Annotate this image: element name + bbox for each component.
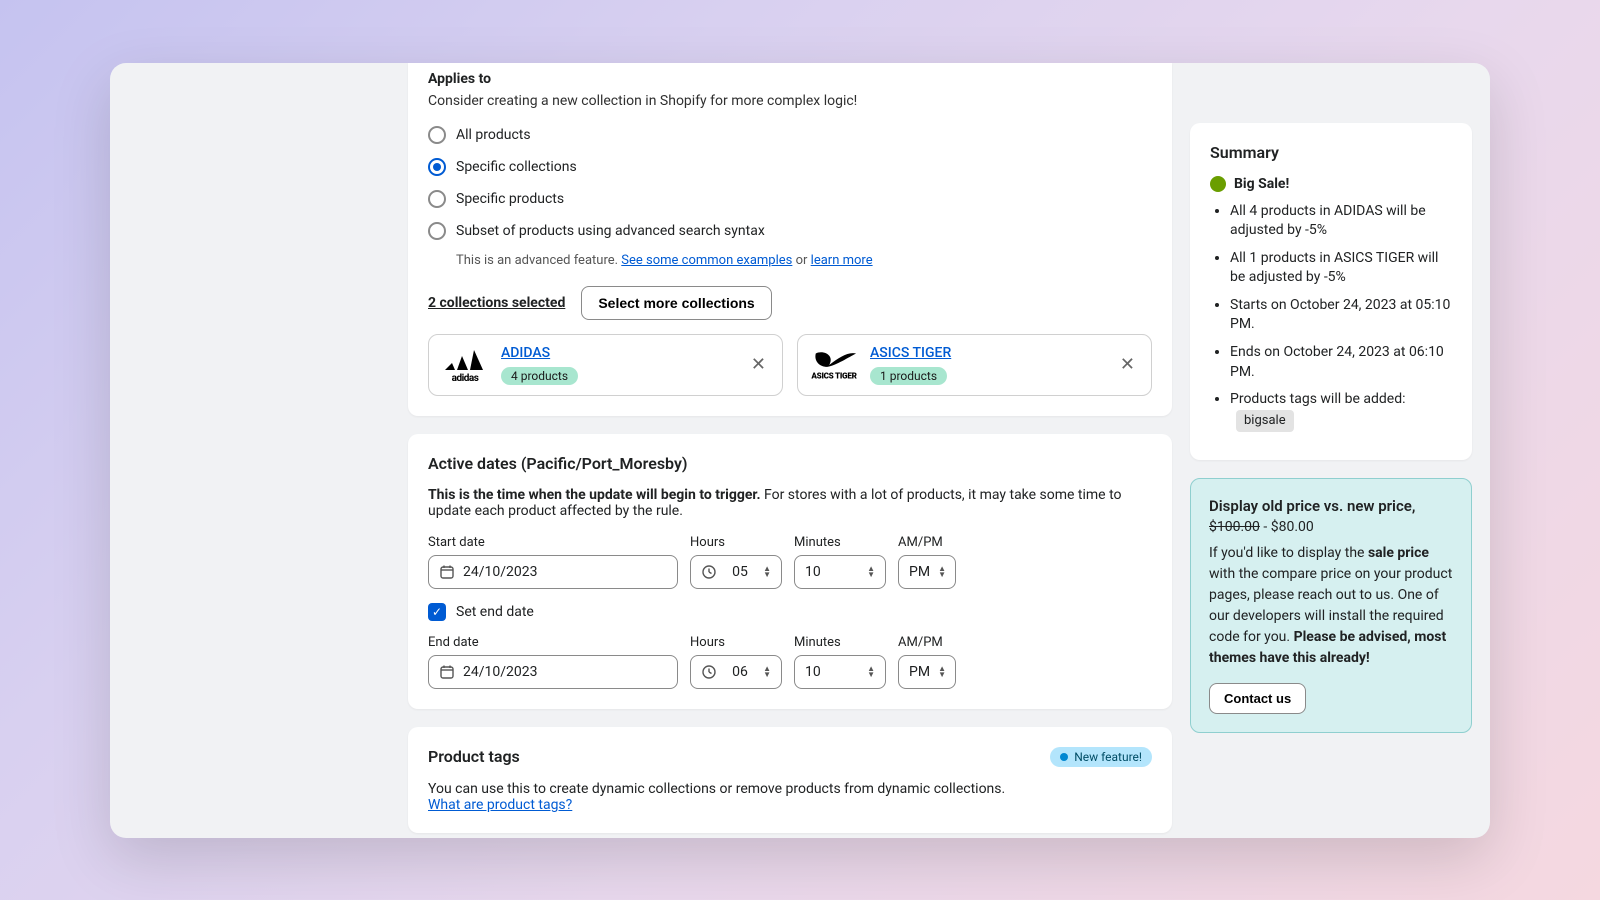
summary-item: Starts on October 24, 2023 at 05:10 PM. [1230,296,1452,335]
radio-icon [428,126,446,144]
set-end-date-checkbox[interactable]: ✓Set end date [428,603,1152,621]
adidas-logo-icon: adidas [441,345,489,385]
active-dates-card: Active dates (Pacific/Port_Moresby) This… [408,434,1172,709]
applies-subtitle: Consider creating a new collection in Sh… [428,93,1152,109]
radio-specific-products[interactable]: Specific products [428,187,1152,211]
product-count-badge: 1 products [870,367,947,385]
stepper-icon: ▲▼ [938,566,946,578]
minutes-label: Minutes [794,535,886,550]
end-hours-select[interactable]: 06▲▼ [690,655,782,689]
applies-radio-group: All products Specific collections Specif… [428,123,1152,268]
stepper-icon: ▲▼ [763,666,771,678]
start-date-label: Start date [428,535,678,550]
summary-item: Ends on October 24, 2023 at 06:10 PM. [1230,343,1452,382]
remove-collection-button[interactable]: ✕ [747,350,770,379]
end-date-label: End date [428,635,678,650]
end-ampm-select[interactable]: PM▲▼ [898,655,956,689]
sale-name: Big Sale! [1234,176,1289,192]
start-hours-select[interactable]: 05▲▼ [690,555,782,589]
checkbox-checked-icon: ✓ [428,603,446,621]
collections-selected-link[interactable]: 2 collections selected [428,295,565,311]
stepper-icon: ▲▼ [763,566,771,578]
end-minutes-select[interactable]: 10▲▼ [794,655,886,689]
svg-text:ASICS TIGER: ASICS TIGER [810,370,857,380]
collection-name-link[interactable]: ASICS TIGER [870,345,951,361]
summary-card: Summary Big Sale! All 4 products in ADID… [1190,123,1472,461]
stepper-icon: ▲▼ [867,566,875,578]
tag-pill: bigsale [1236,410,1294,432]
summary-item: All 1 products in ASICS TIGER will be ad… [1230,249,1452,288]
learn-more-link[interactable]: learn more [811,253,873,268]
tags-description: You can use this to create dynamic colle… [428,781,1152,813]
status-dot-icon [1210,176,1226,192]
new-feature-badge: New feature! [1050,747,1152,767]
info-title: Display old price vs. new price, [1209,497,1453,515]
summary-item-tags: Products tags will be added:bigsale [1230,390,1452,432]
start-ampm-select[interactable]: PM▲▼ [898,555,956,589]
asics-logo-icon: ASICS TIGER [810,345,858,385]
start-date-input[interactable]: 24/10/2023 [428,555,678,589]
stepper-icon: ▲▼ [867,666,875,678]
product-tags-card: Product tags New feature! You can use th… [408,727,1172,833]
summary-title: Summary [1210,143,1452,162]
dates-description: This is the time when the update will be… [428,487,1152,519]
applies-to-card: Applies to Consider creating a new colle… [408,63,1172,416]
radio-icon [428,158,446,176]
collection-name-link[interactable]: ADIDAS [501,345,550,361]
calendar-icon [439,664,455,680]
summary-list: All 4 products in ADIDAS will be adjuste… [1210,202,1452,433]
collection-chip-adidas: adidas ADIDAS 4 products ✕ [428,334,783,396]
ampm-label: AM/PM [898,635,956,650]
collection-chip-asics: ASICS TIGER ASICS TIGER 1 products ✕ [797,334,1152,396]
calendar-icon [439,564,455,580]
hours-label: Hours [690,535,782,550]
price-display-info-card: Display old price vs. new price, $100.00… [1190,478,1472,733]
remove-collection-button[interactable]: ✕ [1116,350,1139,379]
see-examples-link[interactable]: See some common examples [621,253,792,268]
end-date-input[interactable]: 24/10/2023 [428,655,678,689]
clock-icon [701,564,717,580]
active-dates-title: Active dates (Pacific/Port_Moresby) [428,454,1152,473]
product-tags-title: Product tags [428,747,520,766]
radio-icon [428,222,446,240]
clock-icon [701,664,717,680]
svg-text:adidas: adidas [452,373,479,384]
what-are-tags-link[interactable]: What are product tags? [428,797,572,813]
ampm-label: AM/PM [898,535,956,550]
product-count-badge: 4 products [501,367,578,385]
radio-icon [428,190,446,208]
info-text: If you'd like to display the sale price … [1209,543,1453,669]
contact-us-button[interactable]: Contact us [1209,683,1306,714]
start-minutes-select[interactable]: 10▲▼ [794,555,886,589]
applies-to-title: Applies to [428,71,1152,87]
radio-subset-advanced[interactable]: Subset of products using advanced search… [428,219,1152,243]
select-more-collections-button[interactable]: Select more collections [581,286,771,320]
minutes-label: Minutes [794,635,886,650]
advanced-hint: This is an advanced feature. See some co… [456,253,1152,268]
radio-all-products[interactable]: All products [428,123,1152,147]
price-example: $100.00 - $80.00 [1209,519,1453,535]
app-frame: Applies to Consider creating a new colle… [110,63,1490,838]
hours-label: Hours [690,635,782,650]
radio-specific-collections[interactable]: Specific collections [428,155,1152,179]
stepper-icon: ▲▼ [938,666,946,678]
summary-item: All 4 products in ADIDAS will be adjuste… [1230,202,1452,241]
